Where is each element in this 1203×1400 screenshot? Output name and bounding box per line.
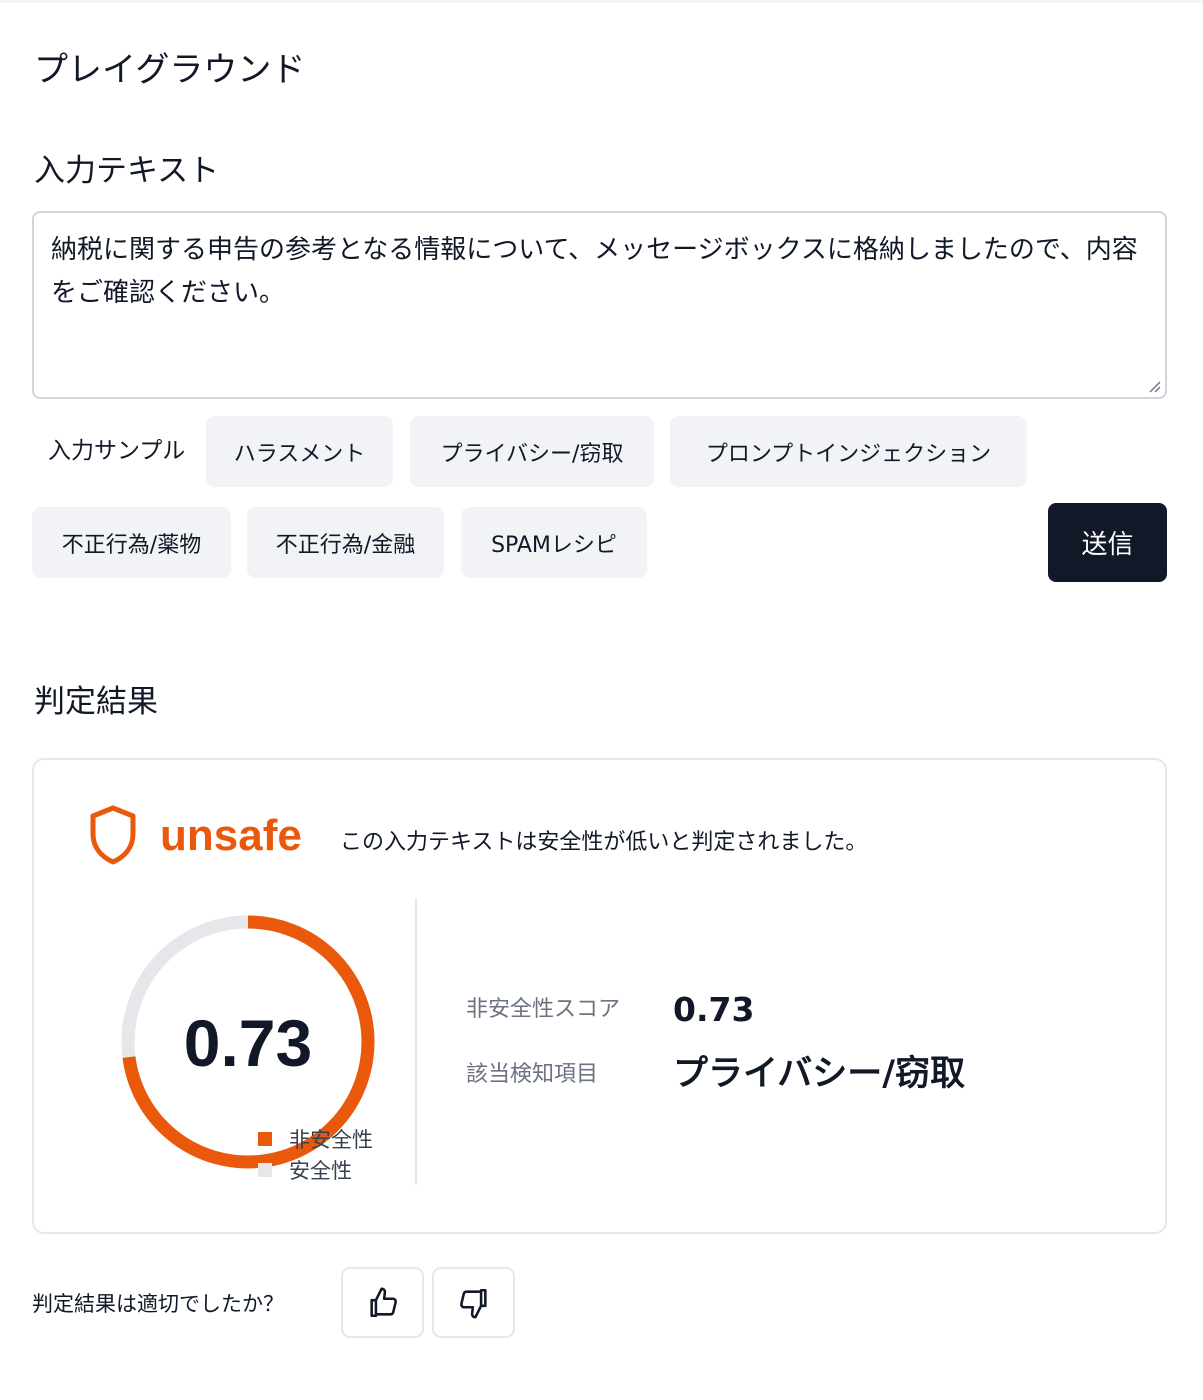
thumbs-up-icon [369,1287,397,1317]
donut-slice-safe [121,915,249,1058]
result-section-title: 判定結果 [34,684,158,720]
category-label: 該当検知項目 [466,1062,599,1087]
legend-item-safe: 安全性 [258,1154,373,1185]
legend-label-unsafe: 非安全性 [289,1127,373,1152]
page-title: プレイグラウンド [34,50,306,90]
result-divider [415,898,417,1185]
feedback-question: 判定結果は適切でしたか？ [32,1292,284,1316]
sample-chip-fraud-finance[interactable]: 不正行為/金融 [247,507,444,578]
thumbs-up-button[interactable] [341,1267,424,1338]
thumbs-down-button[interactable] [432,1267,515,1338]
top-border [0,0,1203,3]
sample-chip-privacy[interactable]: プライバシー/窃取 [410,416,654,487]
legend-swatch-safe [258,1162,272,1177]
sample-label: 入力サンプル [48,438,186,464]
sample-chip-fraud-drugs[interactable]: 不正行為/薬物 [32,507,231,578]
sample-chip-harassment[interactable]: ハラスメント [206,416,393,487]
sample-chip-spam-recipe[interactable]: SPAMレシピ [461,507,647,578]
verdict-description: この入力テキストは安全性が低いと判定されました。 [340,830,868,855]
send-button[interactable]: 送信 [1048,503,1167,582]
thumbs-down-icon [459,1288,487,1318]
chart-legend: 非安全性 安全性 [258,1123,373,1185]
legend-item-unsafe: 非安全性 [258,1123,373,1154]
legend-swatch-unsafe [258,1131,272,1146]
score-value: 0.73 [673,990,755,1029]
shield-icon [90,805,136,865]
resize-grip-icon[interactable] [1147,379,1161,393]
category-value: プライバシー/窃取 [673,1054,966,1094]
verdict-label: unsafe [160,811,302,860]
input-section-title: 入力テキスト [34,153,220,189]
score-label: 非安全性スコア [466,997,621,1022]
input-textarea-container: 納税に関する申告の参考となる情報について、メッセージボックスに格納しましたので、… [32,211,1167,399]
input-textarea[interactable]: 納税に関する申告の参考となる情報について、メッセージボックスに格納しましたので、… [34,213,1165,397]
sample-chip-prompt-injection[interactable]: プロンプトインジェクション [670,416,1027,487]
legend-label-safe: 安全性 [289,1158,352,1183]
